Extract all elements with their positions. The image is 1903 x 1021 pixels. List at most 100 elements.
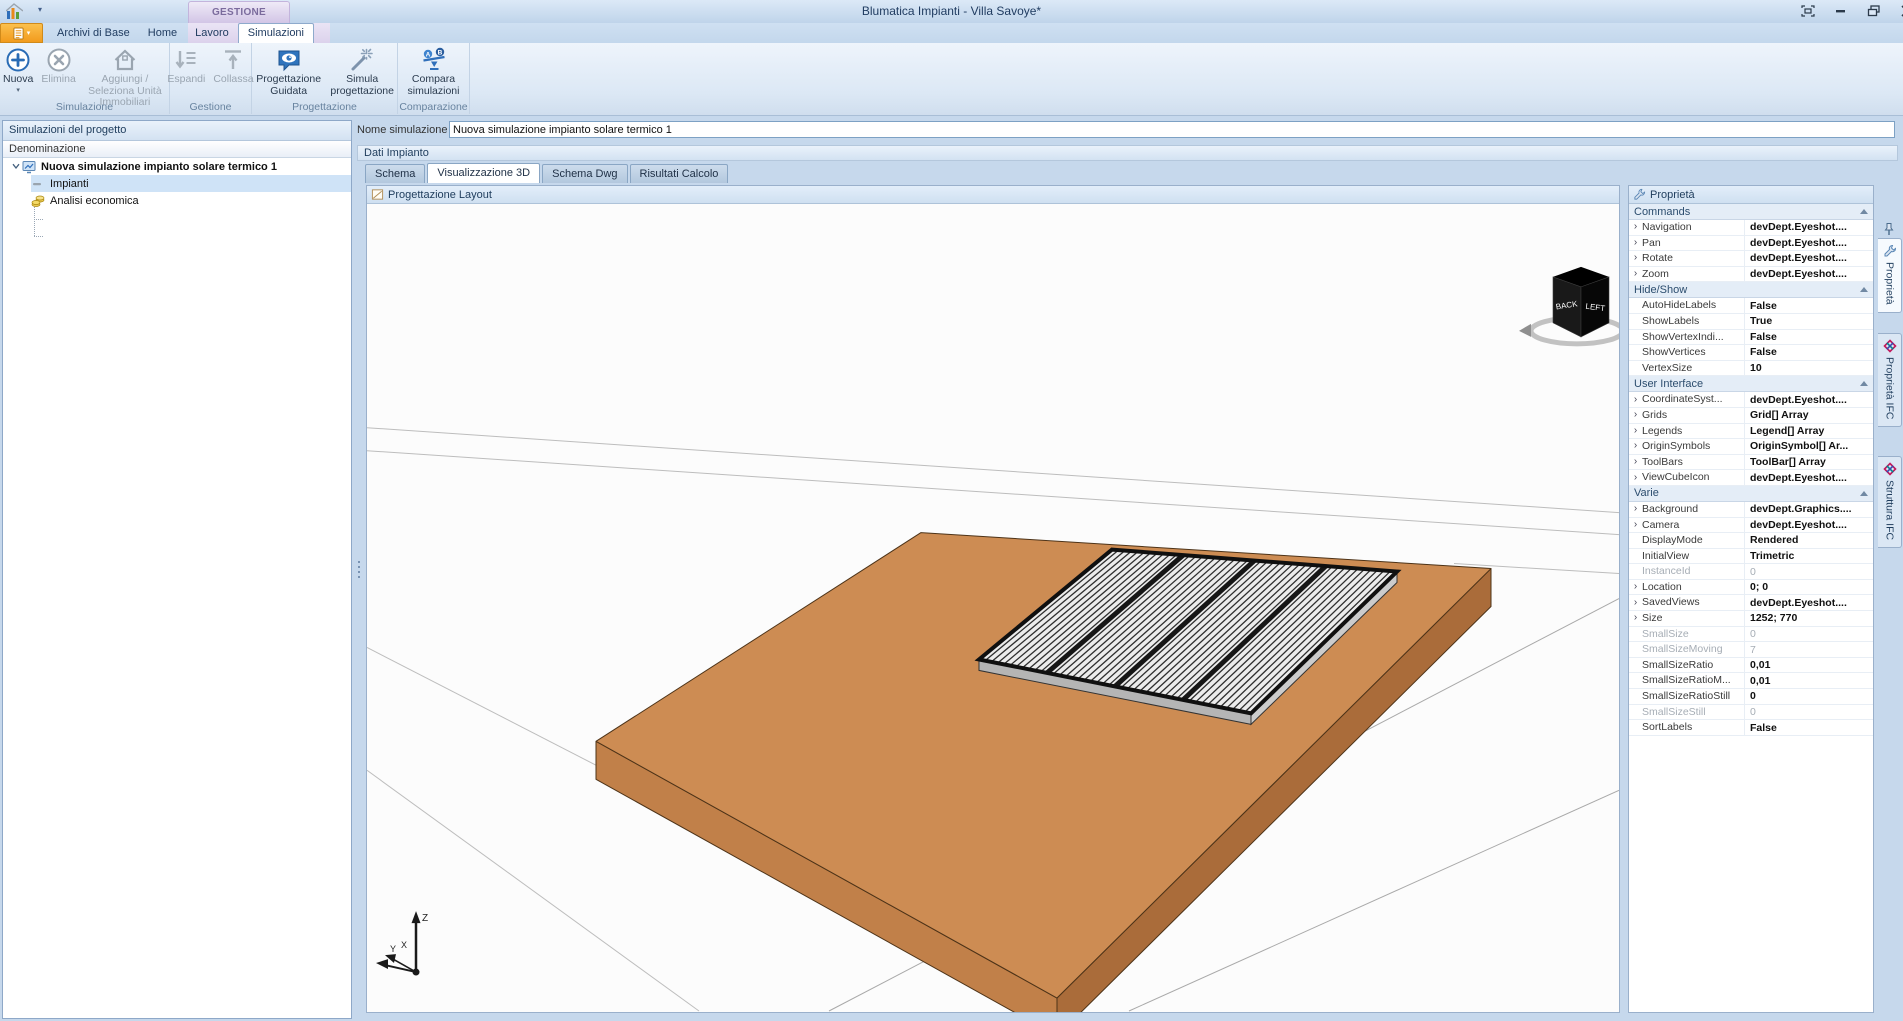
- property-section-hide-show[interactable]: Hide/Show: [1629, 282, 1873, 298]
- property-value[interactable]: ToolBar[] Array: [1745, 456, 1873, 468]
- side-tab-propriet-ifc[interactable]: Proprietà IFC: [1878, 333, 1902, 427]
- property-value[interactable]: Rendered: [1745, 534, 1873, 546]
- property-value[interactable]: devDept.Eyeshot....: [1745, 519, 1873, 531]
- minimize-button[interactable]: [1833, 4, 1849, 18]
- nuova-button[interactable]: Nuova▾: [0, 46, 36, 95]
- restore-button[interactable]: [1866, 4, 1882, 18]
- property-row-smallsize[interactable]: SmallSize0: [1629, 627, 1873, 643]
- tree-item-impianti[interactable]: Impianti: [3, 175, 351, 192]
- property-value[interactable]: 0: [1745, 706, 1873, 718]
- property-value[interactable]: Legend[] Array: [1745, 425, 1873, 437]
- property-value[interactable]: False: [1745, 722, 1873, 734]
- property-row-sortlabels[interactable]: SortLabelsFalse: [1629, 720, 1873, 736]
- tab-visualizzazione-3d[interactable]: Visualizzazione 3D: [427, 163, 540, 183]
- expand-property-icon[interactable]: ›: [1629, 520, 1642, 530]
- aggiungi-seleziona-unit-immobiliari-button[interactable]: Aggiungi / Seleziona Unità Immobiliari: [81, 46, 169, 110]
- expand-property-icon[interactable]: ›: [1629, 253, 1642, 263]
- property-row-background[interactable]: ›BackgrounddevDept.Graphics....: [1629, 502, 1873, 518]
- collapse-section-icon[interactable]: [1860, 491, 1868, 496]
- property-row-toolbars[interactable]: ›ToolBarsToolBar[] Array: [1629, 455, 1873, 471]
- property-value[interactable]: Grid[] Array: [1745, 409, 1873, 421]
- property-value[interactable]: 0: [1745, 566, 1873, 578]
- progettazione-guidata-button[interactable]: Progettazione Guidata: [252, 46, 325, 98]
- collassa-button[interactable]: Collassa: [210, 46, 256, 87]
- collapse-section-icon[interactable]: [1860, 381, 1868, 386]
- property-value[interactable]: False: [1745, 346, 1873, 358]
- property-row-size[interactable]: ›Size1252; 770: [1629, 611, 1873, 627]
- side-tab-struttura-ifc[interactable]: Struttura IFC: [1878, 456, 1902, 548]
- property-row-grids[interactable]: ›GridsGrid[] Array: [1629, 408, 1873, 424]
- property-row-vertexsize[interactable]: VertexSize10: [1629, 361, 1873, 377]
- property-row-instanceid[interactable]: InstanceId0: [1629, 564, 1873, 580]
- property-row-legends[interactable]: ›LegendsLegend[] Array: [1629, 424, 1873, 440]
- property-row-smallsizeratio[interactable]: SmallSizeRatio0,01: [1629, 658, 1873, 674]
- property-row-showlabels[interactable]: ShowLabelsTrue: [1629, 314, 1873, 330]
- property-row-initialview[interactable]: InitialViewTrimetric: [1629, 549, 1873, 565]
- property-value[interactable]: Trimetric: [1745, 550, 1873, 562]
- property-value[interactable]: devDept.Eyeshot....: [1745, 268, 1873, 280]
- tab-schema[interactable]: Schema: [365, 164, 425, 183]
- property-value[interactable]: 0: [1745, 628, 1873, 640]
- simula-progettazione-button[interactable]: Simula progettazione: [327, 46, 397, 98]
- collapse-section-icon[interactable]: [1860, 287, 1868, 292]
- pin-icon[interactable]: [1882, 222, 1896, 236]
- expand-property-icon[interactable]: ›: [1629, 457, 1642, 467]
- property-value[interactable]: devDept.Graphics....: [1745, 503, 1873, 515]
- side-tab-propriet[interactable]: Proprietà: [1878, 238, 1902, 313]
- property-value[interactable]: devDept.Eyeshot....: [1745, 472, 1873, 484]
- property-value[interactable]: 0: [1745, 690, 1873, 702]
- property-row-rotate[interactable]: ›RotatedevDept.Eyeshot....: [1629, 251, 1873, 267]
- property-row-smallsizemoving[interactable]: SmallSizeMoving7: [1629, 642, 1873, 658]
- property-value[interactable]: OriginSymbol[] Ar...: [1745, 440, 1873, 452]
- application-menu-button[interactable]: ▾: [0, 23, 43, 43]
- property-value[interactable]: False: [1745, 331, 1873, 343]
- property-value[interactable]: 10: [1745, 362, 1873, 374]
- property-value[interactable]: devDept.Eyeshot....: [1745, 597, 1873, 609]
- close-button[interactable]: [1899, 4, 1903, 18]
- ribbon-tab-simulazioni[interactable]: Simulazioni: [238, 23, 314, 43]
- property-value[interactable]: 1252; 770: [1745, 612, 1873, 624]
- property-value[interactable]: devDept.Eyeshot....: [1745, 394, 1873, 406]
- tab-risultati-calcolo[interactable]: Risultati Calcolo: [630, 164, 729, 183]
- property-row-location[interactable]: ›Location0; 0: [1629, 580, 1873, 596]
- property-section-user-interface[interactable]: User Interface: [1629, 376, 1873, 392]
- expand-property-icon[interactable]: ›: [1629, 410, 1642, 420]
- simulation-name-input[interactable]: [449, 121, 1895, 138]
- ribbon-tab-lavoro[interactable]: Lavoro: [186, 23, 238, 43]
- expand-property-icon[interactable]: ›: [1629, 613, 1642, 623]
- espandi-button[interactable]: Espandi: [164, 46, 208, 87]
- ribbon-tab-home[interactable]: Home: [139, 23, 186, 43]
- tree-column-header[interactable]: Denominazione: [3, 141, 351, 158]
- property-row-smallsizeratiostill[interactable]: SmallSizeRatioStill0: [1629, 689, 1873, 705]
- property-row-autohidelabels[interactable]: AutoHideLabelsFalse: [1629, 298, 1873, 314]
- quick-access-dropdown-icon[interactable]: ▾: [38, 5, 42, 14]
- property-value[interactable]: False: [1745, 300, 1873, 312]
- property-row-originsymbols[interactable]: ›OriginSymbolsOriginSymbol[] Ar...: [1629, 439, 1873, 455]
- property-value[interactable]: 7: [1745, 644, 1873, 656]
- property-section-varie[interactable]: Varie: [1629, 486, 1873, 502]
- 3d-viewport-canvas[interactable]: BACK LEFT Z Y X: [367, 204, 1619, 1012]
- expand-property-icon[interactable]: ›: [1629, 222, 1642, 232]
- property-row-viewcubeicon[interactable]: ›ViewCubeIcondevDept.Eyeshot....: [1629, 470, 1873, 486]
- property-value[interactable]: devDept.Eyeshot....: [1745, 221, 1873, 233]
- expand-property-icon[interactable]: ›: [1629, 473, 1642, 483]
- property-row-showvertices[interactable]: ShowVerticesFalse: [1629, 345, 1873, 361]
- expand-property-icon[interactable]: ›: [1629, 426, 1642, 436]
- expand-property-icon[interactable]: ›: [1629, 238, 1642, 248]
- property-row-showvertexindi[interactable]: ShowVertexIndi...False: [1629, 330, 1873, 346]
- tree-item-analisi-economica[interactable]: Analisi economica: [3, 192, 351, 209]
- compara-simulazioni-button[interactable]: ABCompara simulazioni: [398, 46, 469, 98]
- ribbon-tab-archivi-di-base[interactable]: Archivi di Base: [48, 23, 139, 43]
- panel-splitter[interactable]: [353, 120, 365, 1019]
- tree-item-nuova-simulazione-impianto-solare-termico-1[interactable]: Nuova simulazione impianto solare termic…: [3, 158, 351, 175]
- property-row-displaymode[interactable]: DisplayModeRendered: [1629, 533, 1873, 549]
- property-value[interactable]: devDept.Eyeshot....: [1745, 237, 1873, 249]
- collapse-section-icon[interactable]: [1860, 209, 1868, 214]
- property-row-smallsizestill[interactable]: SmallSizeStill0: [1629, 705, 1873, 721]
- elimina-button[interactable]: Elimina: [38, 46, 78, 87]
- property-value[interactable]: 0,01: [1745, 659, 1873, 671]
- expand-property-icon[interactable]: ›: [1629, 269, 1642, 279]
- property-row-navigation[interactable]: ›NavigationdevDept.Eyeshot....: [1629, 220, 1873, 236]
- property-row-pan[interactable]: ›PandevDept.Eyeshot....: [1629, 236, 1873, 252]
- property-row-coordinatesyst[interactable]: ›CoordinateSyst...devDept.Eyeshot....: [1629, 392, 1873, 408]
